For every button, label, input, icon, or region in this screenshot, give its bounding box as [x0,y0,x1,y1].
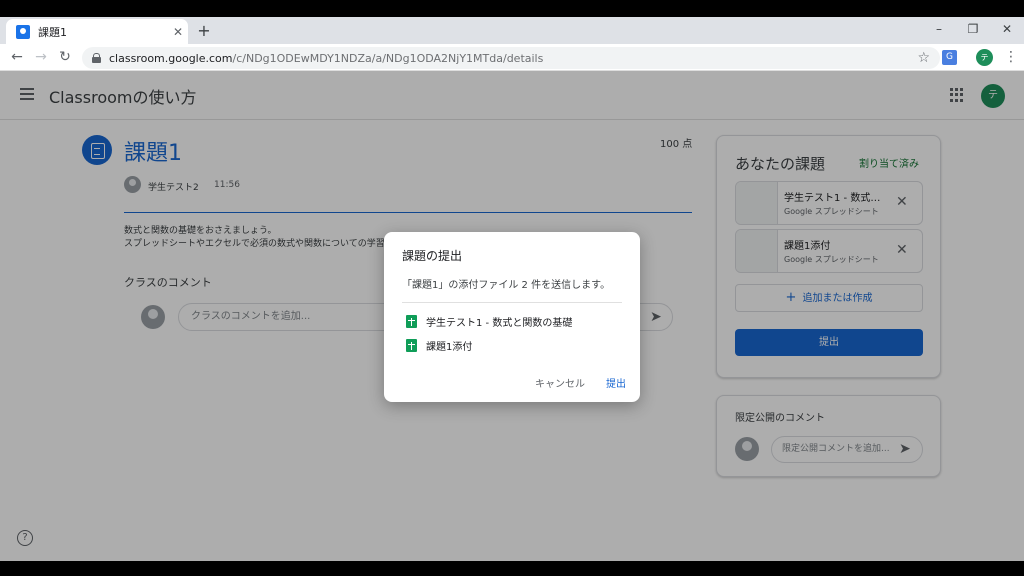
browser-profile-avatar[interactable]: テ [976,49,993,66]
bookmark-star-icon[interactable]: ☆ [917,50,930,66]
dialog-file-item: 学生テスト1 - 数式と関数の基礎 [406,314,572,329]
dialog-file-name: 課題1添付 [426,342,473,353]
cancel-button[interactable]: キャンセル [535,375,585,390]
forward-arrow-icon[interactable]: → [31,47,51,67]
lock-icon [92,53,101,63]
dialog-file-name: 学生テスト1 - 数式と関数の基礎 [426,318,573,329]
turn-in-dialog: 課題の提出 「課題1」の添付ファイル 2 件を送信します。 学生テスト1 - 数… [384,232,640,402]
dialog-message: 「課題1」の添付ファイル 2 件を送信します。 [402,280,611,291]
url-text: classroom.google.com/c/NDg1ODEwMDY1NDZa/… [109,51,544,65]
tab-title: 課題1 [38,25,67,39]
classroom-favicon-icon [16,24,30,39]
new-tab-button[interactable]: + [194,21,214,41]
window-controls: – ❐ ✕ [922,17,1024,44]
reload-icon[interactable]: ↻ [55,47,75,67]
submit-button[interactable]: 提出 [606,375,626,390]
dialog-title: 課題の提出 [402,249,463,263]
translate-icon[interactable]: G [942,50,957,65]
sheets-icon [406,315,417,328]
letterbox-top [0,0,1024,17]
dialog-file-item: 課題1添付 [406,338,472,353]
sheets-icon [406,339,417,352]
browser-tab[interactable]: 課題1 ✕ [6,19,188,44]
restore-button[interactable]: ❐ [956,17,990,44]
browser-toolbar: ← → ↻ classroom.google.com/c/NDg1ODEwMDY… [0,44,1024,71]
tab-close-icon[interactable]: ✕ [168,25,188,39]
minimize-button[interactable]: – [922,17,956,44]
letterbox-bottom [0,561,1024,576]
browser-tab-strip: 課題1 ✕ + – ❐ ✕ [0,17,1024,44]
window-close-button[interactable]: ✕ [990,17,1024,44]
address-bar[interactable]: classroom.google.com/c/NDg1ODEwMDY1NDZa/… [82,47,940,69]
dialog-divider [402,302,622,303]
browser-menu-icon[interactable]: ⋮ [1004,48,1018,66]
back-arrow-icon[interactable]: ← [7,47,27,67]
classroom-page: Classroomの使い方 テ 課題1 100 点 学生テスト2 11:56 数… [0,71,1024,561]
